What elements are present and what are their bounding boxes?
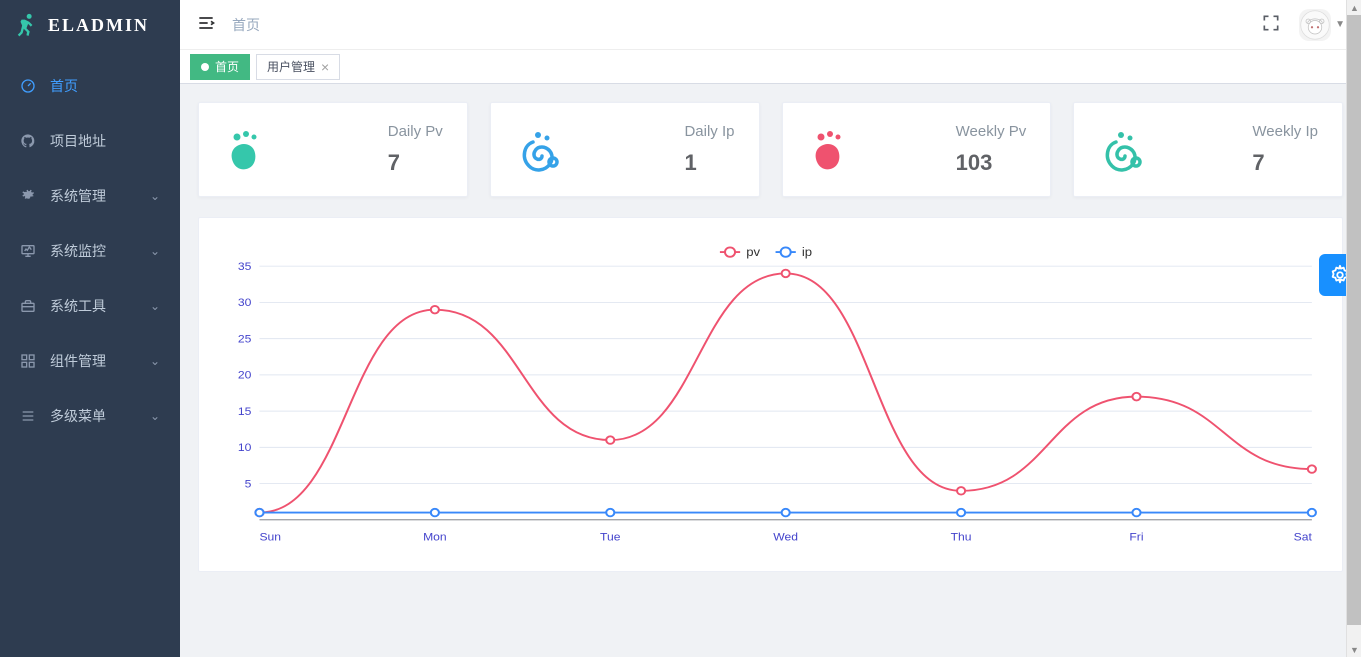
github-icon: [20, 133, 36, 149]
active-dot-icon: [201, 63, 209, 71]
sidebar-item-tools[interactable]: 系统工具 ⌄: [0, 278, 180, 333]
card-weekly-pv[interactable]: Weekly Pv 103: [782, 102, 1052, 197]
avatar: [1299, 9, 1331, 41]
sidebar-menu: 首页 项目地址 系统管理 ⌄ 系统监控 ⌄ 系统工具 ⌄: [0, 58, 180, 443]
logo-icon: [14, 12, 40, 38]
dashboard-icon: [20, 78, 36, 94]
main: 首页 ▼ 首页 用户管理 ×: [180, 0, 1361, 657]
hamburger-icon[interactable]: [196, 13, 216, 36]
sidebar-item-label: 系统监控: [50, 241, 106, 261]
tab-user-manage[interactable]: 用户管理 ×: [256, 54, 340, 80]
sidebar-item-label: 系统工具: [50, 296, 106, 316]
card-title: Weekly Pv: [956, 123, 1027, 140]
breadcrumb: 首页: [232, 15, 260, 35]
footprint-icon: [223, 126, 271, 174]
svg-text:Thu: Thu: [951, 531, 972, 544]
chevron-down-icon: ⌄: [150, 299, 160, 313]
svg-text:pv: pv: [746, 245, 761, 258]
stat-cards: Daily Pv 7 Daily Ip 1: [198, 102, 1343, 197]
svg-text:Mon: Mon: [423, 531, 447, 544]
chevron-down-icon: ⌄: [150, 189, 160, 203]
chevron-down-icon: ⌄: [150, 409, 160, 423]
sidebar-item-home[interactable]: 首页: [0, 58, 180, 113]
svg-text:25: 25: [238, 333, 252, 346]
card-value: 103: [956, 150, 1027, 176]
header: 首页 ▼: [180, 0, 1361, 50]
chevron-down-icon: ⌄: [150, 354, 160, 368]
sidebar: ELADMIN 首页 项目地址 系统管理 ⌄ 系统监控 ⌄: [0, 0, 180, 657]
card-daily-ip[interactable]: Daily Ip 1: [490, 102, 760, 197]
card-daily-pv[interactable]: Daily Pv 7: [198, 102, 468, 197]
chart-panel: 5 10 15 20 25 30 35 Sun Mon Tue Wed Thu Fri Sat pv ip: [198, 217, 1343, 572]
caret-down-icon: ▼: [1335, 19, 1345, 30]
swirl-foot-icon: [1098, 126, 1146, 174]
card-weekly-ip[interactable]: Weekly Ip 7: [1073, 102, 1343, 197]
svg-text:30: 30: [238, 297, 252, 310]
sidebar-item-project[interactable]: 项目地址: [0, 113, 180, 168]
scrollbar[interactable]: ▲ ▼: [1346, 0, 1361, 657]
gear-icon: [20, 188, 36, 204]
sidebar-item-label: 多级菜单: [50, 406, 106, 426]
svg-text:Tue: Tue: [600, 531, 620, 544]
tab-label: 用户管理: [267, 58, 315, 75]
sidebar-item-label: 项目地址: [50, 131, 106, 151]
scroll-up-icon[interactable]: ▲: [1347, 0, 1361, 15]
card-value: 7: [388, 150, 443, 176]
scroll-down-icon[interactable]: ▼: [1347, 642, 1361, 657]
svg-text:Fri: Fri: [1129, 531, 1143, 544]
card-title: Daily Ip: [684, 123, 734, 140]
svg-text:35: 35: [238, 260, 252, 273]
card-value: 1: [684, 150, 734, 176]
avatar-dropdown[interactable]: ▼: [1299, 9, 1345, 41]
sidebar-item-multilevel[interactable]: 多级菜单 ⌄: [0, 388, 180, 443]
footprint-icon: [807, 126, 855, 174]
chevron-down-icon: ⌄: [150, 244, 160, 258]
tab-home[interactable]: 首页: [190, 54, 250, 80]
sidebar-item-label: 首页: [50, 76, 78, 96]
tab-bar: 首页 用户管理 ×: [180, 50, 1361, 84]
svg-text:ip: ip: [802, 245, 812, 258]
toolbox-icon: [20, 298, 36, 314]
sidebar-item-label: 系统管理: [50, 186, 106, 206]
tab-label: 首页: [215, 58, 239, 75]
card-title: Daily Pv: [388, 123, 443, 140]
card-title: Weekly Ip: [1252, 123, 1318, 140]
monitor-icon: [20, 243, 36, 259]
card-value: 7: [1252, 150, 1318, 176]
svg-text:Wed: Wed: [773, 531, 798, 544]
logo[interactable]: ELADMIN: [0, 0, 180, 50]
svg-text:Sun: Sun: [259, 531, 281, 544]
line-chart: 5 10 15 20 25 30 35 Sun Mon Tue Wed Thu Fri Sat pv ip: [219, 238, 1322, 548]
svg-text:20: 20: [238, 369, 252, 382]
sidebar-item-system[interactable]: 系统管理 ⌄: [0, 168, 180, 223]
content: Daily Pv 7 Daily Ip 1: [180, 84, 1361, 657]
sidebar-item-label: 组件管理: [50, 351, 106, 371]
fullscreen-icon[interactable]: [1261, 13, 1281, 36]
swirl-foot-icon: [515, 126, 563, 174]
scrollbar-thumb[interactable]: [1347, 15, 1361, 625]
svg-text:10: 10: [238, 441, 252, 454]
sidebar-item-components[interactable]: 组件管理 ⌄: [0, 333, 180, 388]
brand-name: ELADMIN: [48, 15, 149, 36]
svg-text:Sat: Sat: [1294, 531, 1313, 544]
close-icon[interactable]: ×: [321, 60, 329, 74]
svg-text:15: 15: [238, 405, 252, 418]
component-icon: [20, 353, 36, 369]
list-icon: [20, 408, 36, 424]
sidebar-item-monitor[interactable]: 系统监控 ⌄: [0, 223, 180, 278]
svg-text:5: 5: [245, 478, 252, 491]
